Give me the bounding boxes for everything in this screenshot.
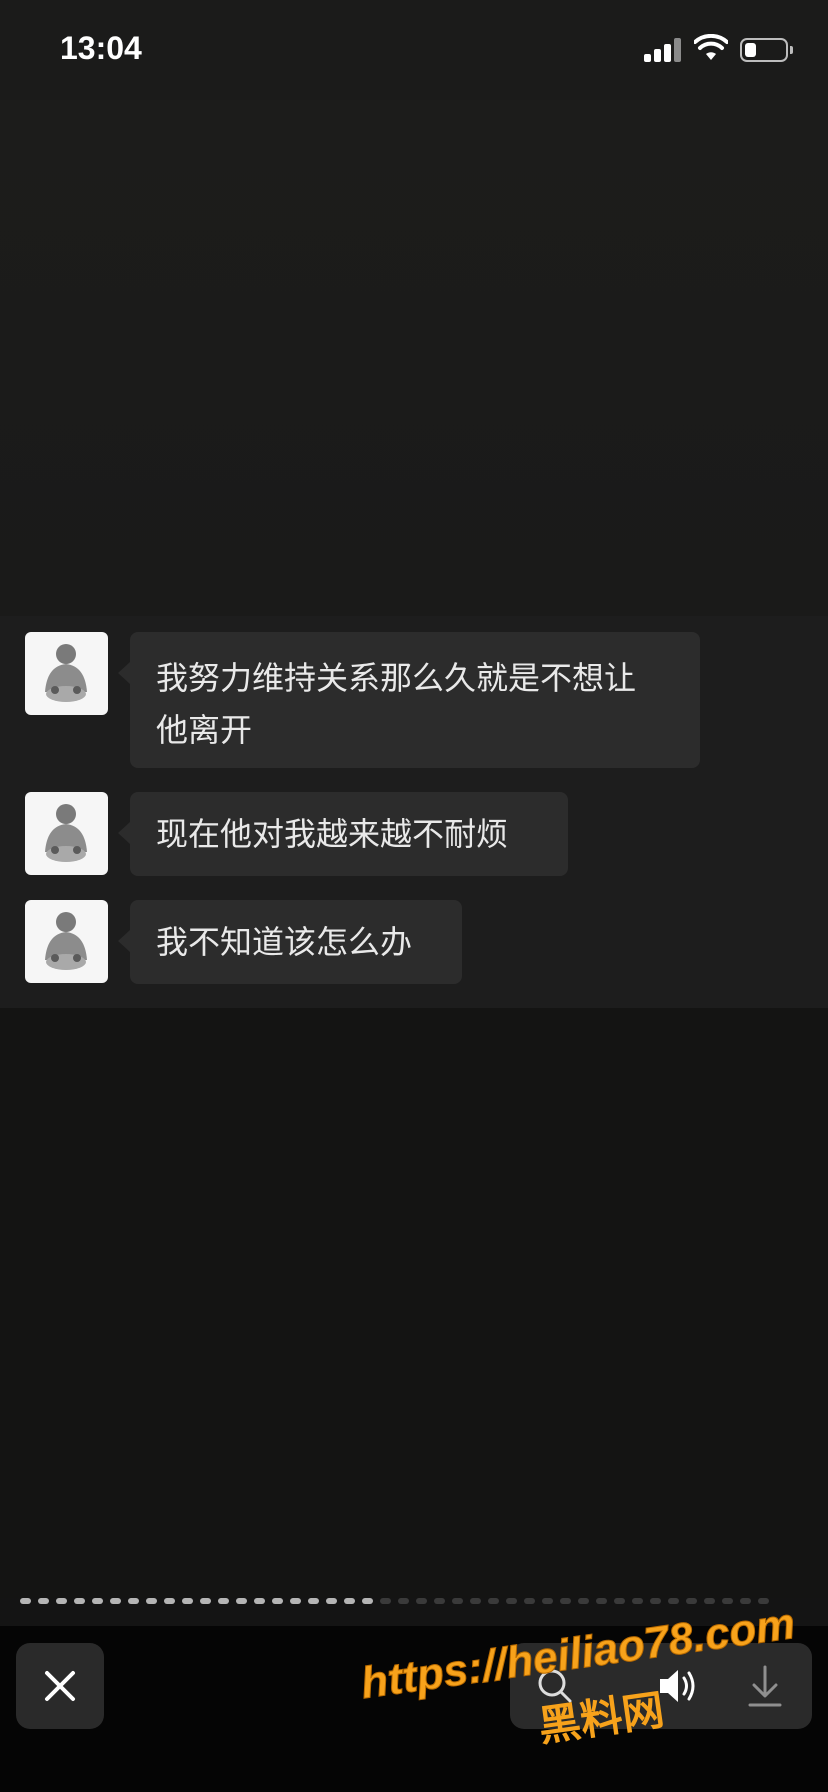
progress-segment [290, 1598, 301, 1604]
progress-segment [506, 1598, 517, 1604]
progress-segment [308, 1598, 319, 1604]
video-lower-area [0, 1008, 828, 1598]
progress-segment [434, 1598, 445, 1604]
progress-segment [164, 1598, 175, 1604]
progress-segment [74, 1598, 85, 1604]
progress-segment [254, 1598, 265, 1604]
progress-segment [398, 1598, 409, 1604]
message-bubble: 我努力维持关系那么久就是不想让 他离开 [118, 632, 700, 768]
avatar [25, 900, 108, 983]
progress-segment [218, 1598, 229, 1604]
progress-segment [56, 1598, 67, 1604]
close-icon [45, 1671, 75, 1701]
progress-segment [416, 1598, 427, 1604]
progress-segment [200, 1598, 211, 1604]
sound-button[interactable] [630, 1643, 720, 1729]
message-text: 现在他对我越来越不耐烦 [156, 815, 509, 853]
progress-segment [452, 1598, 463, 1604]
progress-segment [38, 1598, 49, 1604]
battery-icon [740, 38, 793, 62]
progress-segment [704, 1598, 715, 1604]
status-bar: 13:04 [0, 0, 828, 100]
progress-segment [668, 1598, 679, 1604]
message-text-line: 我努力维持关系那么久就是不想让 [156, 659, 637, 697]
search-icon [538, 1669, 572, 1703]
progress-segment [542, 1598, 553, 1604]
speaker-icon [660, 1670, 695, 1702]
progress-segment [560, 1598, 571, 1604]
action-group [510, 1643, 812, 1729]
avatar-figure-icon [45, 804, 87, 862]
progress-segment [740, 1598, 751, 1604]
search-button[interactable] [510, 1643, 600, 1729]
progress-segment [488, 1598, 499, 1604]
progress-segment [758, 1598, 769, 1604]
chat-panel: 我努力维持关系那么久就是不想让 他离开 现在他对我越来越不耐烦 我不知道该怎么办 [0, 616, 828, 1008]
progress-segment [524, 1598, 535, 1604]
message-text-line: 他离开 [156, 711, 253, 749]
message-bubble: 现在他对我越来越不耐烦 [118, 792, 568, 876]
progress-segment [362, 1598, 373, 1604]
progress-segment [578, 1598, 589, 1604]
progress-segment [146, 1598, 157, 1604]
progress-segment [272, 1598, 283, 1604]
close-button[interactable] [16, 1643, 104, 1729]
progress-segment [686, 1598, 697, 1604]
download-icon [748, 1665, 782, 1707]
avatar-figure-icon [45, 644, 87, 702]
progress-segment [110, 1598, 121, 1604]
progress-segment [614, 1598, 625, 1604]
progress-segment [380, 1598, 391, 1604]
progress-segment [470, 1598, 481, 1604]
progress-segment [92, 1598, 103, 1604]
progress-segment [326, 1598, 337, 1604]
wifi-icon [694, 34, 728, 60]
video-progress-bar[interactable] [20, 1598, 810, 1606]
avatar-figure-icon [45, 912, 87, 970]
avatar [25, 632, 108, 715]
signal-icon [644, 36, 684, 62]
progress-segment [20, 1598, 31, 1604]
message-text: 我不知道该怎么办 [156, 923, 413, 961]
progress-segment [596, 1598, 607, 1604]
status-icons [644, 34, 794, 66]
video-top-area [0, 100, 828, 616]
status-time: 13:04 [60, 30, 142, 66]
message-bubble: 我不知道该怎么办 [118, 900, 462, 984]
progress-segment [632, 1598, 643, 1604]
progress-segment [722, 1598, 733, 1604]
progress-segment [650, 1598, 661, 1604]
progress-segment [344, 1598, 355, 1604]
download-button[interactable] [720, 1643, 810, 1729]
progress-segment [128, 1598, 139, 1604]
progress-segment [182, 1598, 193, 1604]
avatar [25, 792, 108, 875]
progress-segment [236, 1598, 247, 1604]
